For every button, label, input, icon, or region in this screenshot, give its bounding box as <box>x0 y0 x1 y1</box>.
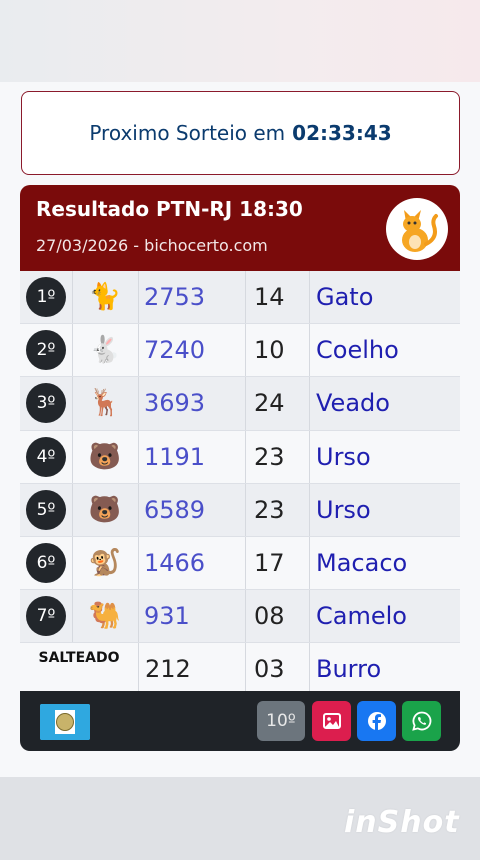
results-table: 1º 🐈 2753 14 Gato 2º 🐇 7240 10 Coelho 3º 🦌 3693 24 Vea… <box>20 271 460 697</box>
result-header: Resultado PTN-RJ 18:30 27/03/2026 - bich… <box>20 185 460 271</box>
result-subtitle: 27/03/2026 - bichocerto.com <box>36 236 268 255</box>
animal-name[interactable]: Urso <box>310 431 460 483</box>
drawn-number: 212 <box>138 643 246 696</box>
rio-flag-icon <box>40 704 90 740</box>
countdown-box: Proximo Sorteio em 02:33:43 <box>21 91 460 175</box>
tenth-prize-button[interactable]: 10º <box>257 701 305 741</box>
whatsapp-share-button[interactable] <box>402 701 441 741</box>
drawn-number: 1466 <box>138 536 246 590</box>
drawn-number: 6589 <box>138 483 246 536</box>
animal-name[interactable]: Veado <box>310 377 460 429</box>
drawn-number: 2753 <box>138 271 246 324</box>
group-number: 10 <box>246 324 310 377</box>
group-number: 03 <box>246 643 310 696</box>
position-badge: 7º <box>26 596 66 637</box>
position-cell: 7º <box>20 590 73 643</box>
rabbit-icon: 🐇 <box>72 324 139 377</box>
camel-icon: 🐫 <box>72 590 139 643</box>
position-cell: 1º <box>20 271 73 324</box>
drawn-number: 931 <box>138 590 246 643</box>
countdown-label: Proximo Sorteio em <box>89 121 286 145</box>
deer-icon: 🦌 <box>72 377 139 430</box>
group-number: 08 <box>246 590 310 643</box>
salteado-row: SALTEADO 212 03 Burro <box>20 643 460 697</box>
animal-name[interactable]: Camelo <box>310 590 460 642</box>
image-icon <box>322 713 341 729</box>
result-row: 5º 🐻 6589 23 Urso <box>20 483 460 537</box>
card-footer: 10º <box>20 691 460 751</box>
bear-icon: 🐻 <box>72 483 139 536</box>
monkey-icon: 🐒 <box>72 536 139 590</box>
position-cell: 2º <box>20 324 73 377</box>
position-badge: 2º <box>26 330 66 371</box>
salteado-label: SALTEADO <box>38 650 120 667</box>
position-cell: 6º <box>20 536 73 590</box>
position-badge: 6º <box>26 543 66 584</box>
position-badge: 5º <box>26 489 66 530</box>
position-cell: 5º <box>20 483 73 536</box>
drawn-number: 1191 <box>138 430 246 483</box>
bear-icon: 🐻 <box>72 430 139 483</box>
group-number: 23 <box>246 430 310 483</box>
position-badge: 4º <box>26 436 66 477</box>
top-background <box>0 0 480 82</box>
animal-name[interactable]: Burro <box>310 643 460 695</box>
result-row: 6º 🐒 1466 17 Macaco <box>20 536 460 591</box>
whatsapp-icon <box>411 711 431 731</box>
position-cell: 4º <box>20 430 73 483</box>
result-title: Resultado PTN-RJ 18:30 <box>36 197 303 221</box>
facebook-share-button[interactable] <box>357 701 396 741</box>
watermark-logo: inShot <box>344 805 460 840</box>
result-row: 3º 🦌 3693 24 Veado <box>20 377 460 431</box>
position-badge: 1º <box>26 277 66 318</box>
group-number: 14 <box>246 271 310 324</box>
result-row: 1º 🐈 2753 14 Gato <box>20 271 460 325</box>
group-number: 24 <box>246 377 310 430</box>
cat-logo-icon <box>386 198 448 260</box>
result-row: 2º 🐇 7240 10 Coelho <box>20 324 460 378</box>
animal-name[interactable]: Macaco <box>310 537 460 589</box>
animal-name[interactable]: Gato <box>310 271 460 323</box>
result-row: 7º 🐫 931 08 Camelo <box>20 590 460 644</box>
countdown-time: 02:33:43 <box>292 121 392 145</box>
position-cell: 3º <box>20 377 73 430</box>
cat-icon: 🐈 <box>72 271 139 324</box>
animal-name[interactable]: Coelho <box>310 324 460 376</box>
result-card: Resultado PTN-RJ 18:30 27/03/2026 - bich… <box>20 185 460 751</box>
position-badge: 3º <box>26 383 66 424</box>
drawn-number: 3693 <box>138 377 246 430</box>
image-share-button[interactable] <box>312 701 351 741</box>
drawn-number: 7240 <box>138 324 246 377</box>
result-row: 4º 🐻 1191 23 Urso <box>20 430 460 484</box>
animal-name[interactable]: Urso <box>310 484 460 536</box>
group-number: 23 <box>246 483 310 536</box>
facebook-icon <box>367 712 386 731</box>
group-number: 17 <box>246 536 310 590</box>
